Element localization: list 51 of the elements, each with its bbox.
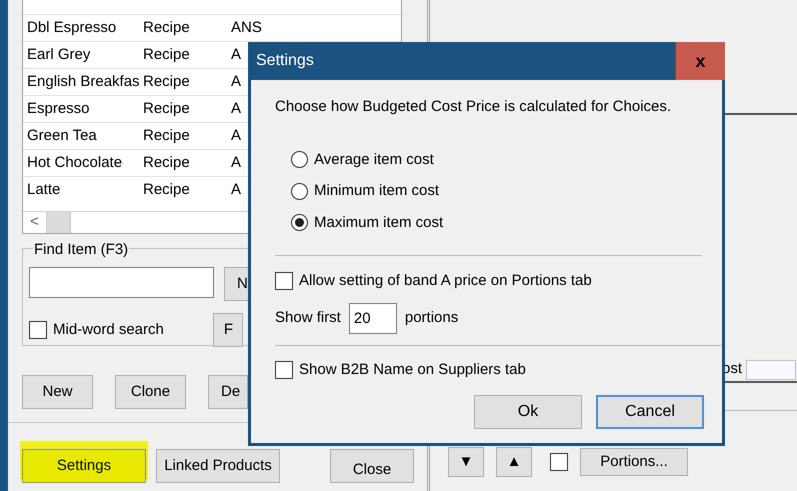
table-cell-text: Recipe (142, 18, 191, 38)
find-item-field[interactable] (29, 267, 214, 298)
radio-label: Average item cost (314, 150, 434, 170)
dialog-close-button[interactable]: x (675, 42, 725, 80)
cost-field[interactable] (746, 360, 796, 380)
table-cell-text: English Breakfas (26, 72, 141, 92)
table-cell-text: Recipe (142, 72, 191, 92)
table-cell-text: A (230, 126, 242, 146)
table-cell-text: Espresso (26, 98, 91, 119)
dialog-title: Settings (256, 51, 314, 71)
checkbox-label: Show B2B Name on Suppliers tab (299, 360, 526, 380)
table-cell-text: Recipe (142, 98, 191, 119)
cancel-button[interactable]: Cancel (596, 395, 704, 429)
table-cell-text: Recipe (142, 126, 191, 146)
table-cell-text: Recipe (142, 152, 191, 173)
portions-button[interactable]: Portions... (580, 448, 688, 476)
action-button[interactable]: New (22, 375, 93, 409)
table-cell-text: Recipe (142, 180, 191, 200)
table-cell-text: A (230, 180, 242, 200)
table-cell-text: Recipe (142, 44, 191, 65)
checkbox[interactable] (29, 321, 47, 339)
table-cell-text: A (230, 152, 242, 173)
table-cell-text: ANS (230, 18, 263, 38)
checkbox[interactable] (550, 453, 568, 471)
radio-button[interactable] (291, 151, 308, 168)
table-cell-text: Hot Chocolate (26, 152, 124, 173)
up-button[interactable]: ▲ (496, 447, 532, 477)
scroll-thumb[interactable] (47, 212, 71, 233)
table-cell-text: Latte (26, 180, 62, 200)
checkbox-label: Allow setting of band A price on Portions tab (299, 271, 592, 291)
radio-button[interactable] (291, 214, 308, 232)
down-button[interactable]: ▼ (448, 447, 484, 477)
close-button[interactable]: Close (330, 449, 414, 483)
linked-products-button[interactable]: Linked Products (156, 449, 280, 483)
table-cell-text: Earl Grey (26, 44, 92, 65)
action-button[interactable]: De (208, 375, 248, 409)
checkbox[interactable] (275, 360, 293, 379)
checkbox[interactable] (275, 272, 293, 290)
table-cell-text: Dbl Espresso (26, 18, 118, 38)
radio-label: Minimum item cost (314, 181, 440, 201)
table-cell-text: Green Tea (26, 126, 98, 146)
instruction-text: Choose how Budgeted Cost Price is calculated for Choices. (274, 97, 672, 117)
portions-count-field[interactable]: 20 (348, 302, 397, 334)
checkbox-label: Mid-word search (53, 320, 164, 340)
table-cell-text: A (230, 72, 242, 92)
find-button[interactable]: F (212, 313, 243, 347)
action-button[interactable]: Clone (115, 375, 186, 409)
field-label: Show first (275, 308, 341, 328)
ok-button[interactable]: Ok (474, 395, 582, 429)
radio-button[interactable] (291, 182, 308, 200)
field-suffix: portions (404, 308, 458, 328)
